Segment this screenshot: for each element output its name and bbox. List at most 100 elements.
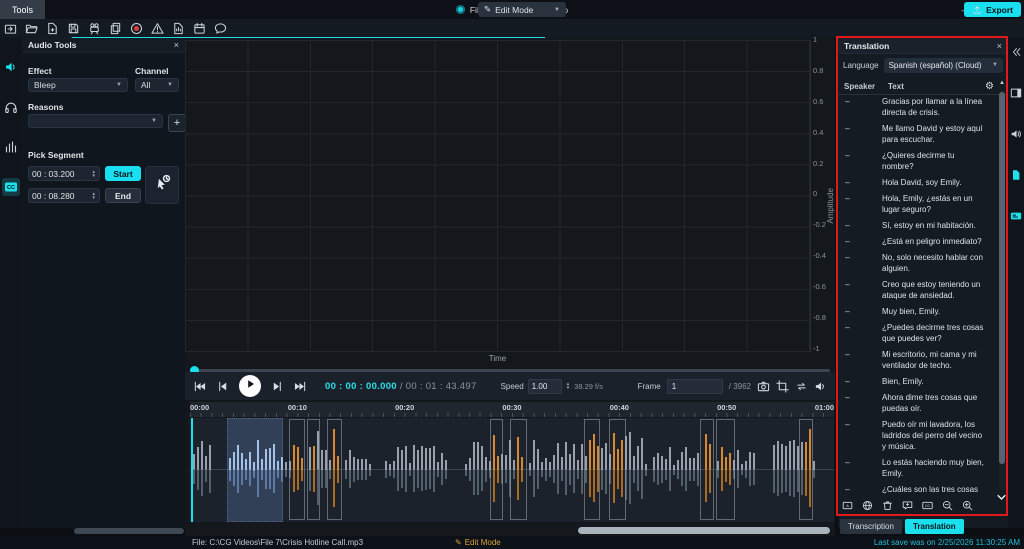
volume-button[interactable] [814, 380, 827, 393]
effect-dropdown[interactable]: Bleep▼ [28, 78, 128, 92]
audio-wave-icon[interactable] [2, 58, 20, 76]
analytics-bars-icon[interactable] [2, 138, 20, 156]
waveform-strip[interactable] [190, 418, 834, 522]
bleep-segment-marker[interactable] [716, 419, 734, 520]
bleep-segment-marker[interactable] [700, 419, 714, 520]
time-stepper[interactable]: ▲▼ [92, 192, 96, 200]
skip-end-button[interactable] [294, 380, 307, 393]
add-file-icon[interactable] [42, 19, 63, 38]
channel-dropdown[interactable]: All▼ [135, 78, 179, 92]
end-button[interactable]: End [105, 188, 141, 203]
end-time-input[interactable]: 00 : 08.280 ▲▼ [28, 188, 100, 203]
headphones-icon[interactable] [2, 98, 20, 116]
translation-row[interactable]: –¿Está en peligro inmediato? [838, 236, 996, 247]
open-folder-icon[interactable] [21, 19, 42, 38]
bleep-segment-marker[interactable] [327, 419, 341, 520]
close-icon[interactable]: × [174, 40, 179, 50]
panel-scrollbar[interactable] [74, 528, 184, 534]
play-button[interactable] [239, 375, 261, 397]
time-stepper[interactable]: ▲▼ [92, 170, 96, 178]
gear-icon[interactable]: ⚙ [985, 81, 994, 92]
bleep-segment-marker[interactable] [799, 419, 813, 520]
scroll-up-icon[interactable]: ▲ [999, 80, 1005, 86]
row-text: ¿Cuáles son las tres cosas [882, 484, 988, 495]
translation-row[interactable]: –¿Cuáles son las tres cosas [838, 484, 996, 495]
transport-bar: 00 : 00 : 00.000 / 00 : 01 : 43.497 Spee… [185, 372, 835, 400]
crop-button[interactable] [776, 380, 789, 393]
translation-row[interactable]: –Bien, Emily. [838, 376, 996, 387]
translation-row[interactable]: –Hola David, soy Emily. [838, 177, 996, 188]
language-dropdown[interactable]: Spanish (español) (Cloud) ▼ [884, 58, 1003, 73]
translation-row[interactable]: –¿Quieres decirme tu nombre? [838, 150, 996, 172]
camera-rig-icon[interactable] [84, 19, 105, 38]
translation-row[interactable]: –Puedo oír mi lavadora, los ladridos del… [838, 419, 996, 452]
captions-icon[interactable]: CC [2, 178, 20, 196]
add-comment-icon[interactable] [902, 498, 913, 516]
bleep-segment-marker[interactable] [289, 419, 305, 520]
list-scrollbar[interactable] [999, 90, 1005, 490]
import-project-icon[interactable] [0, 19, 21, 38]
document-icon[interactable] [1009, 167, 1024, 182]
start-button[interactable]: Start [105, 166, 141, 181]
globe-icon[interactable] [862, 498, 873, 516]
pick-segment-button[interactable] [145, 166, 179, 204]
loop-button[interactable] [795, 380, 808, 393]
translation-row[interactable]: –Gracias por llamar a la línea directa d… [838, 96, 996, 118]
captions-translate-icon[interactable] [1009, 208, 1024, 223]
skip-start-button[interactable] [193, 380, 206, 393]
translation-row[interactable]: –Muy bien, Emily. [838, 306, 996, 317]
menu-tools[interactable]: Tools [0, 0, 45, 19]
zoom-in-icon[interactable] [962, 498, 973, 516]
save-icon[interactable] [63, 19, 84, 38]
report-icon[interactable] [168, 19, 189, 38]
prev-frame-button[interactable] [216, 380, 229, 393]
bleep-segment-marker[interactable] [307, 419, 320, 520]
amplitude-plot[interactable] [185, 40, 811, 352]
captions-small-icon[interactable]: CC [922, 498, 933, 516]
tab-transcription[interactable]: Transcription [840, 519, 902, 534]
trash-icon[interactable] [882, 498, 893, 516]
translation-row[interactable]: –No, solo necesito hablar con alguien. [838, 252, 996, 274]
duplicate-icon[interactable] [105, 19, 126, 38]
calendar-icon[interactable] [189, 19, 210, 38]
collapse-chevrons-icon[interactable] [1009, 44, 1024, 59]
tab-translation[interactable]: Translation [905, 519, 964, 534]
chat-icon[interactable] [210, 19, 231, 38]
next-frame-button[interactable] [271, 380, 284, 393]
bleep-segment-marker[interactable] [490, 419, 504, 520]
bleep-segment-marker[interactable] [584, 419, 600, 520]
zoom-out-icon[interactable] [942, 498, 953, 516]
bleep-segment-marker[interactable] [609, 419, 626, 520]
translation-row[interactable]: –Me llamo David y estoy aquí para escuch… [838, 123, 996, 145]
export-button[interactable]: Export [964, 2, 1021, 17]
translate-box-icon[interactable]: A [842, 498, 853, 516]
translation-row[interactable]: –Lo estás haciendo muy bien, Emily. [838, 457, 996, 479]
timeline-ruler[interactable]: 00:0000:1000:2000:3000:4000:5001:00 [190, 402, 834, 417]
playhead[interactable] [191, 418, 193, 522]
snapshot-button[interactable] [757, 380, 770, 393]
main-view: 10.80.60.40.20-0.2-0.4-0.6-0.8-1 Amplitu… [185, 38, 835, 536]
translation-row[interactable]: –Ahora dime tres cosas que puedas oír. [838, 392, 996, 414]
reasons-dropdown[interactable]: ▼ [28, 114, 163, 128]
frame-input[interactable] [667, 379, 723, 394]
translation-row[interactable]: –Sí, estoy en mi habitación. [838, 220, 996, 231]
speed-input[interactable] [528, 379, 562, 394]
row-text: Me llamo David y estoy aquí para escucha… [882, 123, 988, 145]
row-text: ¿Puedes decirme tres cosas que puedes ve… [882, 322, 988, 344]
translation-row[interactable]: –Hola, Emily, ¿estás en un lugar seguro? [838, 193, 996, 215]
translation-row[interactable]: –Mi escritorio, mi cama y mi ventilador … [838, 349, 996, 371]
start-time-input[interactable]: 00 : 03.200 ▲▼ [28, 166, 100, 181]
speed-stepper[interactable]: ▲▼ [566, 382, 570, 390]
record-icon[interactable] [126, 19, 147, 38]
edit-mode-dropdown[interactable]: ✎ Edit Mode ▼ [478, 2, 566, 17]
side-panel-icon[interactable] [1009, 85, 1024, 100]
audio-speaker-icon[interactable] [1009, 126, 1024, 141]
translation-row[interactable]: –¿Puedes decirme tres cosas que puedes v… [838, 322, 996, 344]
warning-icon[interactable] [147, 19, 168, 38]
bleep-segment-marker[interactable] [510, 419, 527, 520]
close-icon[interactable]: × [997, 41, 1002, 51]
scroll-down-icon[interactable] [997, 488, 1006, 506]
waveform-scrollbar[interactable] [578, 527, 830, 534]
add-reason-button[interactable]: + [168, 114, 186, 132]
translation-row[interactable]: –Creo que estoy teniendo un ataque de an… [838, 279, 996, 301]
